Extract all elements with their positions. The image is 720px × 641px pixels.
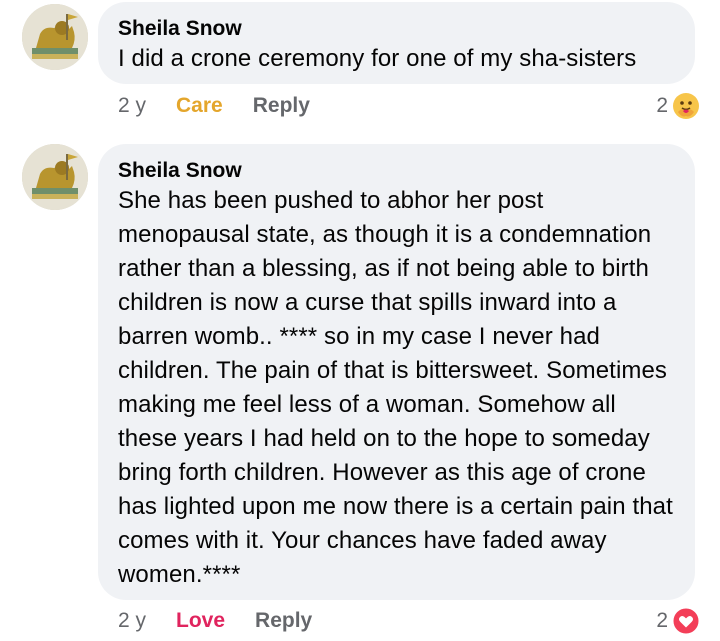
comment-author[interactable]: Sheila Snow (118, 158, 675, 184)
reaction-count: 2 (656, 609, 668, 632)
avatar[interactable] (22, 4, 88, 70)
comment-bubble: Sheila Snow She has been pushed to abhor… (98, 144, 695, 600)
comment-text: I did a crone ceremony for one of my sha… (118, 45, 637, 72)
comment-timestamp[interactable]: 2 y (118, 94, 146, 118)
comment-text: She has been pushed to abhor her post me… (118, 187, 673, 588)
avatar[interactable] (22, 144, 88, 210)
lion-emblem-icon (22, 144, 88, 210)
comment-actions: 2 y Care Reply (118, 91, 310, 121)
comment-bubble: Sheila Snow I did a crone ceremony for o… (98, 2, 695, 84)
heart-icon (672, 607, 700, 635)
lion-emblem-icon (22, 4, 88, 70)
comment-2: Sheila Snow She has been pushed to abhor… (0, 130, 720, 639)
reply-button[interactable]: Reply (255, 609, 312, 633)
comment-actions: 2 y Love Reply (118, 606, 312, 636)
reply-button[interactable]: Reply (253, 94, 310, 118)
reaction-summary[interactable]: 2 (656, 91, 700, 121)
reaction-count: 2 (656, 94, 668, 117)
love-reaction-button[interactable]: Love (176, 609, 225, 633)
comment-author[interactable]: Sheila Snow (118, 16, 675, 42)
comment-1: Sheila Snow I did a crone ceremony for o… (0, 0, 720, 130)
reaction-summary[interactable]: 2 (656, 606, 700, 636)
care-emoji-icon (672, 92, 700, 120)
comment-timestamp[interactable]: 2 y (118, 609, 146, 633)
care-reaction-button[interactable]: Care (176, 94, 223, 118)
